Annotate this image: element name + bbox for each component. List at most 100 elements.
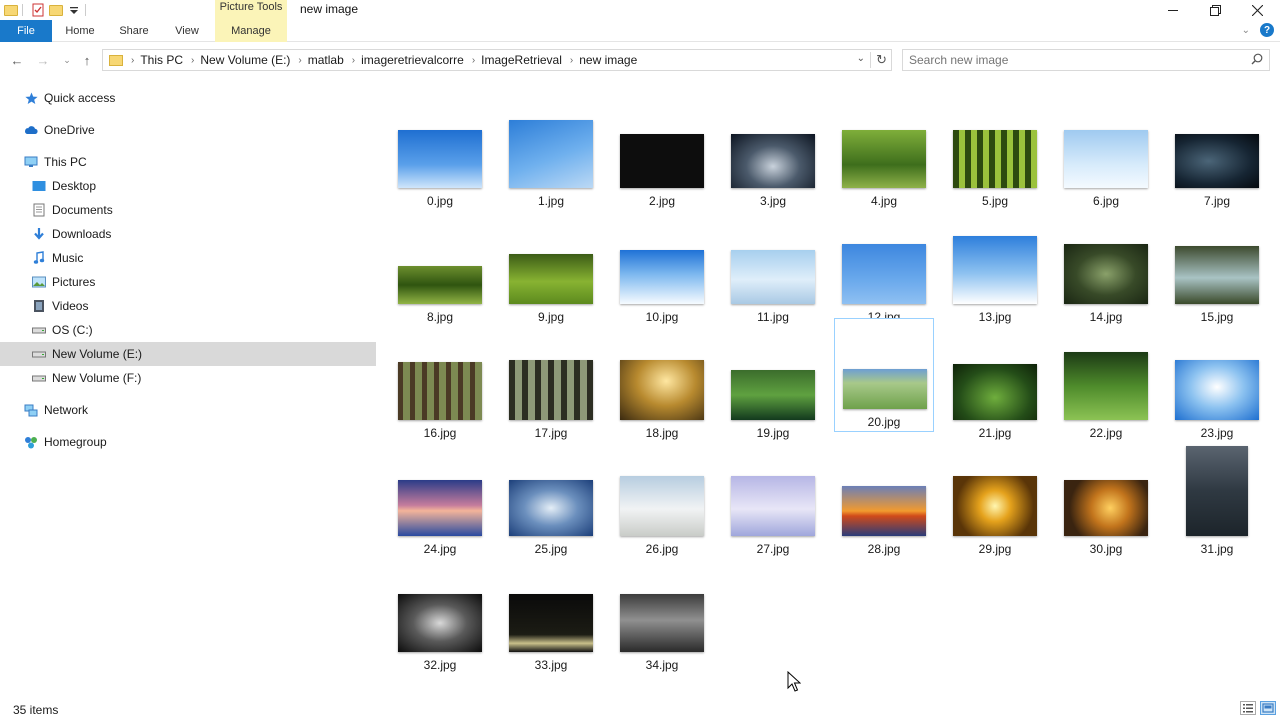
sidebar-item-quick-access[interactable]: Quick access xyxy=(0,86,376,110)
sidebar-item-onedrive[interactable]: OneDrive xyxy=(0,118,376,142)
homegroup-icon xyxy=(24,435,38,449)
file-name: 31.jpg xyxy=(1200,542,1234,556)
file-name: 21.jpg xyxy=(978,426,1012,440)
sidebar-item-this-pc[interactable]: This PC xyxy=(0,150,376,174)
minimize-button[interactable] xyxy=(1150,0,1196,20)
file-item[interactable]: 16.jpg xyxy=(390,332,490,442)
file-item[interactable]: 28.jpg xyxy=(834,448,934,558)
file-item[interactable]: 25.jpg xyxy=(501,448,601,558)
breadcrumb-new-image[interactable]: new image xyxy=(579,53,637,67)
image-thumbnail xyxy=(398,362,482,420)
file-item[interactable]: 19.jpg xyxy=(723,332,823,442)
breadcrumb-matlab[interactable]: matlab xyxy=(308,53,344,67)
file-item[interactable]: 27.jpg xyxy=(723,448,823,558)
file-item[interactable]: 12.jpg xyxy=(834,216,934,326)
chevron-right-icon[interactable]: › xyxy=(131,55,134,66)
sidebar-item-desktop[interactable]: Desktop xyxy=(0,174,376,198)
file-item[interactable]: 20.jpg xyxy=(834,318,934,432)
file-name: 26.jpg xyxy=(645,542,679,556)
file-item[interactable]: 30.jpg xyxy=(1056,448,1156,558)
sidebar-item-documents[interactable]: Documents xyxy=(0,198,376,222)
customize-toolbar-icon[interactable] xyxy=(67,3,81,17)
tab-manage[interactable]: Manage xyxy=(215,20,287,42)
file-item[interactable]: 31.jpg xyxy=(1167,446,1267,558)
file-item[interactable]: 34.jpg xyxy=(612,564,712,674)
file-name: 34.jpg xyxy=(645,658,679,672)
file-item[interactable]: 29.jpg xyxy=(945,448,1045,558)
file-item[interactable]: 15.jpg xyxy=(1167,216,1267,326)
properties-icon[interactable] xyxy=(31,3,45,17)
file-item[interactable]: 17.jpg xyxy=(501,332,601,442)
details-view-icon[interactable] xyxy=(1240,701,1256,715)
search-box[interactable] xyxy=(902,49,1270,71)
file-item[interactable]: 11.jpg xyxy=(723,216,823,326)
cloud-icon xyxy=(24,123,38,137)
chevron-right-icon[interactable]: › xyxy=(298,55,301,66)
file-item[interactable]: 32.jpg xyxy=(390,564,490,674)
help-icon[interactable]: ? xyxy=(1260,23,1274,37)
breadcrumb-imageretrievalcorre[interactable]: imageretrievalcorre xyxy=(361,53,464,67)
file-item[interactable]: 9.jpg xyxy=(501,216,601,326)
back-arrow-icon[interactable]: ← xyxy=(8,51,26,69)
file-item[interactable]: 6.jpg xyxy=(1056,100,1156,210)
breadcrumb-imageretrieval[interactable]: ImageRetrieval xyxy=(481,53,562,67)
file-item[interactable]: 26.jpg xyxy=(612,448,712,558)
file-item[interactable]: 14.jpg xyxy=(1056,216,1156,326)
breadcrumb-this-pc[interactable]: This PC xyxy=(140,53,183,67)
file-name: 9.jpg xyxy=(537,310,565,324)
chevron-right-icon[interactable]: › xyxy=(472,55,475,66)
file-item[interactable]: 24.jpg xyxy=(390,448,490,558)
new-folder-icon[interactable] xyxy=(49,3,63,17)
tab-home[interactable]: Home xyxy=(56,20,104,42)
file-item[interactable]: 23.jpg xyxy=(1167,332,1267,442)
close-button[interactable] xyxy=(1234,0,1280,20)
file-item[interactable]: 2.jpg xyxy=(612,100,712,210)
tab-view[interactable]: View xyxy=(164,20,210,42)
address-dropdown-icon[interactable]: ⌄ xyxy=(857,53,865,64)
breadcrumb-new-volume-e[interactable]: New Volume (E:) xyxy=(200,53,290,67)
sidebar-item-homegroup[interactable]: Homegroup xyxy=(0,430,376,454)
search-input[interactable] xyxy=(903,50,1233,70)
file-item[interactable]: 3.jpg xyxy=(723,100,823,210)
sidebar-item-music[interactable]: Music xyxy=(0,246,376,270)
folder-icon xyxy=(109,54,123,66)
file-item[interactable]: 8.jpg xyxy=(390,216,490,326)
sidebar-item-videos[interactable]: Videos xyxy=(0,294,376,318)
tab-file[interactable]: File xyxy=(0,20,52,42)
image-thumbnail xyxy=(1064,480,1148,536)
sidebar-item-os-c[interactable]: OS (C:) xyxy=(0,318,376,342)
address-bar[interactable]: › This PC › New Volume (E:) › matlab › i… xyxy=(102,49,892,71)
recent-locations-icon[interactable]: ⌄ xyxy=(58,51,76,69)
file-item[interactable]: 4.jpg xyxy=(834,100,934,210)
sidebar-item-pictures[interactable]: Pictures xyxy=(0,270,376,294)
image-thumbnail xyxy=(398,130,482,188)
sidebar-item-new-volume-f[interactable]: New Volume (F:) xyxy=(0,366,376,390)
file-item[interactable]: 1.jpg xyxy=(501,100,601,210)
sidebar-item-new-volume-e[interactable]: New Volume (E:) xyxy=(0,342,376,366)
file-item[interactable]: 5.jpg xyxy=(945,100,1045,210)
file-item[interactable]: 18.jpg xyxy=(612,332,712,442)
restore-button[interactable] xyxy=(1192,0,1238,20)
music-icon xyxy=(32,251,46,265)
file-item[interactable]: 7.jpg xyxy=(1167,100,1267,210)
status-bar: 35 items xyxy=(0,698,1280,720)
chevron-right-icon[interactable]: › xyxy=(352,55,355,66)
refresh-icon[interactable]: ↻ xyxy=(870,52,887,68)
large-icons-view-icon[interactable] xyxy=(1260,701,1276,715)
sidebar-item-downloads[interactable]: Downloads xyxy=(0,222,376,246)
file-item[interactable]: 22.jpg xyxy=(1056,332,1156,442)
forward-arrow-icon[interactable]: → xyxy=(34,51,52,69)
chevron-right-icon[interactable]: › xyxy=(570,55,573,66)
file-item[interactable]: 0.jpg xyxy=(390,100,490,210)
up-arrow-icon[interactable]: ↑ xyxy=(78,51,96,69)
folder-icon[interactable] xyxy=(4,3,18,17)
file-item[interactable]: 10.jpg xyxy=(612,216,712,326)
file-item[interactable]: 21.jpg xyxy=(945,332,1045,442)
expand-ribbon-icon[interactable]: ⌄ xyxy=(1242,25,1250,36)
sidebar-item-network[interactable]: Network xyxy=(0,398,376,422)
chevron-right-icon[interactable]: › xyxy=(191,55,194,66)
sidebar-item-label: Videos xyxy=(52,299,89,313)
file-item[interactable]: 33.jpg xyxy=(501,564,601,674)
file-item[interactable]: 13.jpg xyxy=(945,216,1045,326)
tab-share[interactable]: Share xyxy=(110,20,158,42)
